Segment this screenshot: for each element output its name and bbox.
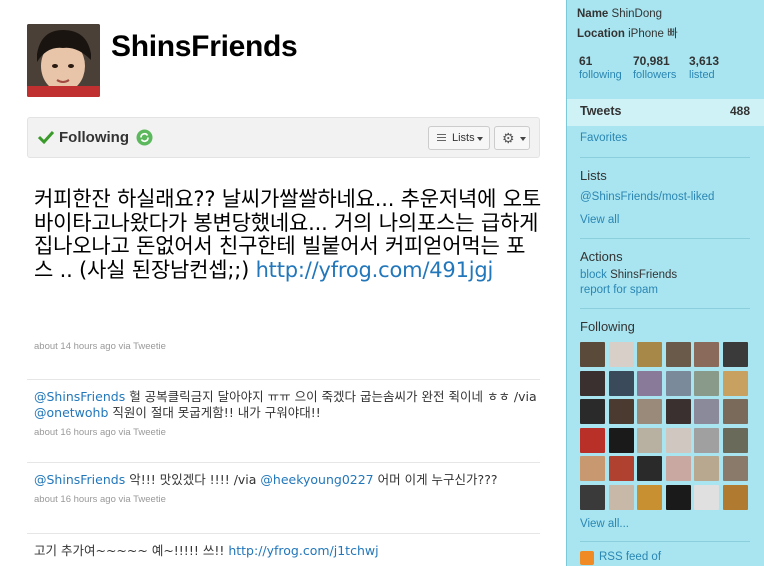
mention-link[interactable]: @heekyoung0227: [260, 472, 373, 487]
following-avatar[interactable]: [665, 484, 691, 510]
following-avatar[interactable]: [694, 399, 719, 424]
settings-button[interactable]: ⚙: [494, 126, 530, 150]
tweet-meta: about 16 hours ago via Tweetie: [34, 427, 166, 438]
tweet-link[interactable]: http://yfrog.com/491jgj: [256, 258, 494, 282]
following-avatar[interactable]: [608, 427, 634, 453]
tweet-meta: about 16 hours ago via Tweetie: [34, 494, 166, 505]
lists-heading: Lists: [580, 168, 607, 183]
following-avatar[interactable]: [722, 370, 748, 396]
profile-name: Name ShinDong: [577, 8, 663, 20]
following-avatar[interactable]: [694, 427, 719, 453]
rss-feed-link[interactable]: RSS feed of: [599, 551, 661, 563]
following-avatar[interactable]: [665, 342, 691, 367]
tweet-link[interactable]: http://yfrog.com/j1tchwj: [228, 543, 378, 558]
list-icon: [437, 134, 446, 143]
tweet-body: 고기 추가여~~~~~ 예~!!!!! 쓰!! http://yfrog.com…: [34, 543, 379, 558]
sidebar-item-tweets[interactable]: Tweets 488: [567, 99, 764, 126]
tweet-body: @ShinsFriends 악!!! 맛있겠다 !!!! /via @heeky…: [34, 472, 498, 487]
profile-avatar[interactable]: [27, 24, 100, 97]
following-avatar[interactable]: [665, 399, 691, 424]
follow-bar: Following Lists ⚙: [27, 117, 540, 158]
following-avatar[interactable]: [722, 342, 748, 367]
featured-tweet: 커피한잔 하실래요?? 날씨가쌀쌀하네요... 추운저녁에 오토바이타고나왔다가…: [34, 187, 544, 282]
following-avatar[interactable]: [608, 456, 634, 481]
following-view-all[interactable]: View all...: [580, 518, 629, 530]
tweet-item: @ShinsFriends 헐 공복클릭금지 달아야지 ㅠㅠ 으이 죽겠다 굽는…: [27, 379, 540, 461]
refresh-icon[interactable]: [136, 129, 153, 146]
tweet-item: @ShinsFriends 악!!! 맛있겠다 !!!! /via @heeky…: [27, 462, 540, 532]
mention-link[interactable]: @ShinsFriends: [34, 389, 125, 404]
following-avatar[interactable]: [608, 370, 634, 396]
following-avatar[interactable]: [722, 399, 748, 424]
rss-icon[interactable]: [580, 551, 594, 565]
following-avatar[interactable]: [580, 484, 605, 510]
stat-listed[interactable]: 3,613 listed: [689, 54, 719, 81]
mention-link[interactable]: @ShinsFriends: [34, 472, 125, 487]
following-avatar[interactable]: [608, 342, 634, 367]
divider: [580, 308, 750, 309]
following-avatar[interactable]: [665, 427, 691, 453]
following-avatar[interactable]: [608, 484, 634, 510]
following-avatar[interactable]: [694, 342, 719, 367]
following-avatar[interactable]: [665, 370, 691, 396]
following-avatar[interactable]: [694, 370, 719, 396]
chevron-down-icon: [477, 137, 483, 141]
following-avatar[interactable]: [694, 456, 719, 481]
lists-view-all[interactable]: View all: [580, 214, 619, 226]
stat-followers[interactable]: 70,981 followers: [633, 54, 676, 81]
actions-heading: Actions: [580, 249, 623, 264]
tweet-item: 고기 추가여~~~~~ 예~!!!!! 쓰!! http://yfrog.com…: [27, 533, 540, 566]
following-avatar[interactable]: [637, 342, 662, 367]
following-avatar[interactable]: [722, 427, 748, 453]
divider: [580, 238, 750, 239]
gear-icon: ⚙: [502, 130, 515, 146]
following-avatar[interactable]: [637, 456, 662, 481]
following-avatar[interactable]: [722, 484, 748, 510]
report-spam-link[interactable]: report for spam: [580, 284, 658, 296]
stat-following[interactable]: 61 following: [579, 54, 622, 81]
following-avatar[interactable]: [580, 370, 605, 396]
divider: [580, 157, 750, 158]
following-avatar[interactable]: [637, 370, 662, 396]
block-action[interactable]: block ShinsFriends: [580, 269, 677, 281]
following-avatar[interactable]: [694, 484, 719, 510]
following-avatar[interactable]: [580, 342, 605, 367]
profile-screen-name: ShinsFriends: [111, 30, 298, 63]
following-avatar[interactable]: [665, 456, 691, 481]
following-avatar[interactable]: [722, 456, 748, 481]
divider: [580, 541, 750, 542]
following-avatar[interactable]: [608, 399, 634, 424]
lists-button[interactable]: Lists: [428, 126, 490, 150]
mention-link[interactable]: @onetwohb: [34, 405, 108, 420]
following-avatar[interactable]: [637, 484, 662, 510]
check-icon: [38, 130, 54, 145]
tweets-count: 488: [729, 104, 750, 118]
following-avatar[interactable]: [580, 427, 605, 453]
following-heading: Following: [580, 319, 635, 334]
chevron-down-icon: [520, 137, 526, 141]
following-avatar[interactable]: [637, 399, 662, 424]
following-avatar[interactable]: [637, 427, 662, 453]
following-status[interactable]: Following: [59, 129, 129, 146]
profile-location: Location iPhone 빠: [577, 28, 678, 40]
sidebar: Name ShinDong Location iPhone 빠 61 follo…: [566, 0, 764, 566]
following-avatar[interactable]: [580, 456, 605, 481]
sidebar-item-favorites[interactable]: Favorites: [580, 132, 627, 144]
main-content: ShinsFriends Following Lists ⚙ 커피한잔 하실래요…: [0, 0, 566, 566]
tweet-meta: about 14 hours ago via Tweetie: [34, 341, 166, 352]
list-link[interactable]: @ShinsFriends/most-liked: [580, 191, 714, 203]
following-avatar[interactable]: [580, 399, 605, 424]
tweet-body: @ShinsFriends 헐 공복클릭금지 달아야지 ㅠㅠ 으이 죽겠다 굽는…: [34, 389, 537, 420]
